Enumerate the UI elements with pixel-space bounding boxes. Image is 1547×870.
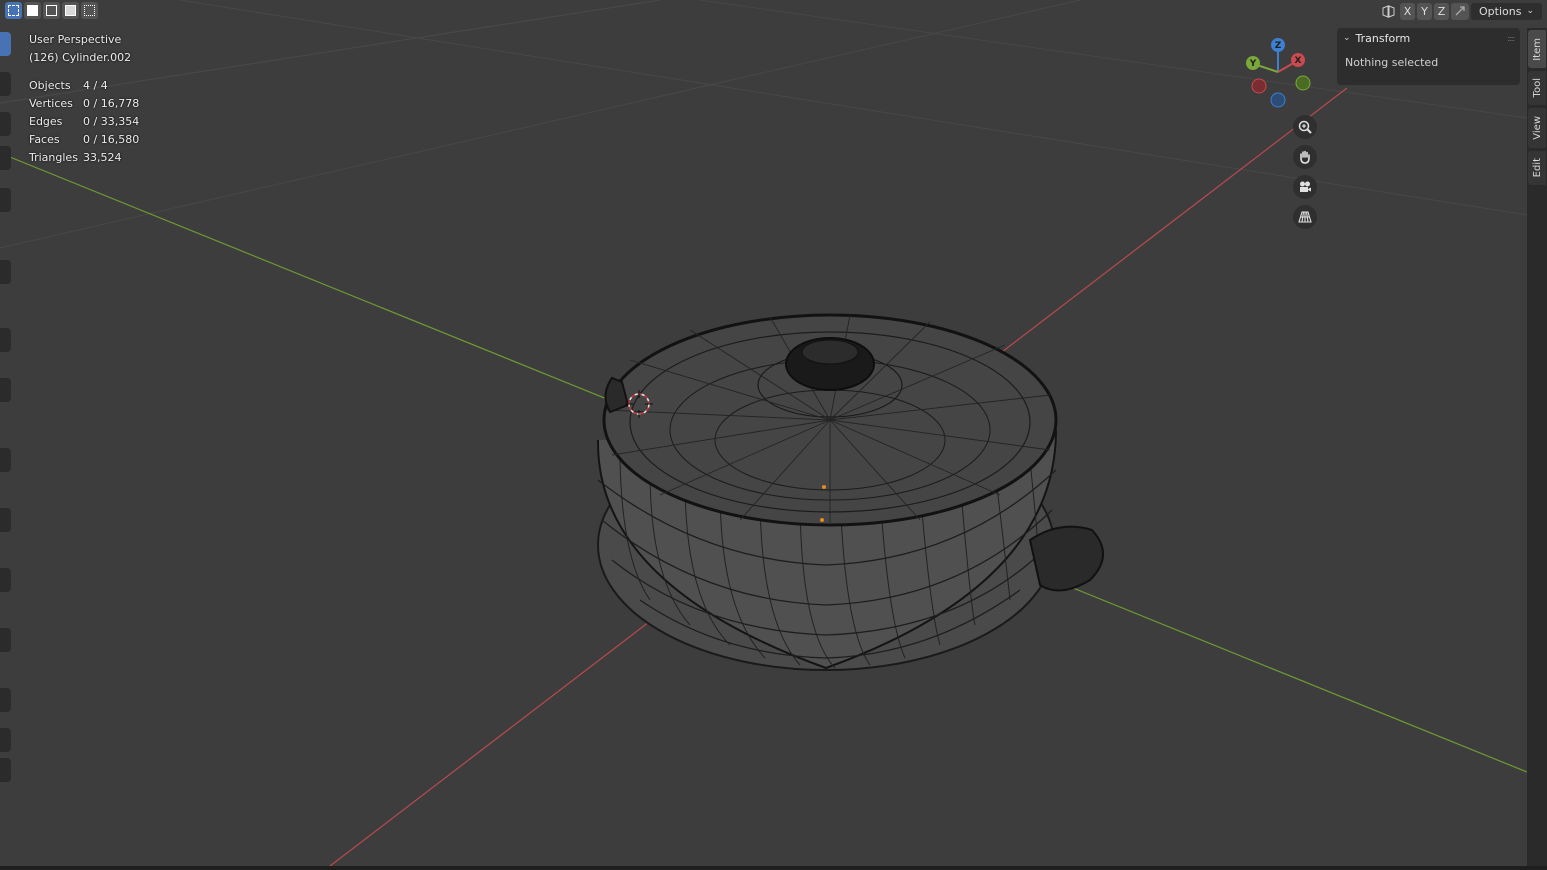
tool-cursor[interactable] xyxy=(0,72,11,96)
gizmo-x-label: X xyxy=(1295,56,1302,66)
stat-value: 0 / 16,580 xyxy=(83,133,140,146)
origin-point xyxy=(820,518,824,522)
tool-measure[interactable] xyxy=(0,328,11,352)
tool-select-box[interactable] xyxy=(0,32,11,56)
mirror-icon[interactable] xyxy=(1379,3,1398,20)
stat-row-vertices: Vertices 0 / 16,778 xyxy=(29,95,139,113)
tool-rotate[interactable] xyxy=(0,146,11,170)
tab-tool[interactable]: Tool xyxy=(1528,71,1546,105)
transform-panel-header[interactable]: ⌄ Transform xyxy=(1337,28,1520,48)
tool-shelf xyxy=(0,28,12,788)
tab-edit-label: Edit xyxy=(1531,158,1543,178)
tab-view[interactable]: View xyxy=(1528,108,1546,148)
options-dropdown[interactable]: Options ⌄ xyxy=(1471,2,1542,20)
tool-add-cube[interactable] xyxy=(0,378,11,402)
gizmo-y-label: Y xyxy=(1249,59,1257,69)
tool-scale[interactable] xyxy=(0,188,11,212)
select-box-subtract-icon[interactable] xyxy=(43,2,60,19)
tool-annotate[interactable] xyxy=(0,260,11,284)
tool-bevel[interactable] xyxy=(0,568,11,592)
stat-row-faces: Faces 0 / 16,580 xyxy=(29,131,139,149)
tool-inset[interactable] xyxy=(0,508,11,532)
active-object-name: (126) Cylinder.002 xyxy=(29,51,132,64)
chevron-down-icon: ⌄ xyxy=(1343,33,1351,43)
drag-handle-icon[interactable]: :::: xyxy=(1507,34,1515,43)
tab-tool-label: Tool xyxy=(1531,78,1543,98)
transform-panel-message: Nothing selected xyxy=(1345,56,1439,69)
auto-merge-icon[interactable] xyxy=(1451,2,1469,20)
stat-label: Triangles xyxy=(29,151,78,164)
selection-mode-group xyxy=(5,2,98,20)
tool-extrude[interactable] xyxy=(0,448,11,472)
tool-loop-cut[interactable] xyxy=(0,628,11,652)
viewport-header-right: X Y Z Options ⌄ xyxy=(1379,2,1547,20)
navigation-buttons xyxy=(1293,115,1319,235)
camera-view-icon[interactable] xyxy=(1293,175,1317,199)
stat-row-objects: Objects 4 / 4 xyxy=(29,77,139,95)
tab-view-label: View xyxy=(1531,116,1543,140)
chevron-down-icon: ⌄ xyxy=(1526,6,1534,16)
stat-row-edges: Edges 0 / 33,354 xyxy=(29,113,139,131)
stat-value: 0 / 16,778 xyxy=(83,97,140,110)
stat-label: Edges xyxy=(29,115,63,128)
tool-move[interactable] xyxy=(0,112,11,136)
stat-value: 33,524 xyxy=(83,151,122,164)
mirror-x-toggle[interactable]: X xyxy=(1400,2,1415,20)
stat-value: 0 / 33,354 xyxy=(83,115,140,128)
transform-panel: ⌄ Transform :::: Nothing selected xyxy=(1337,28,1520,85)
select-box-invert-icon[interactable] xyxy=(62,2,79,19)
3d-viewport[interactable]: User Perspective (126) Cylinder.002 Obje… xyxy=(0,0,1527,866)
gizmo-z-label: Z xyxy=(1275,41,1282,51)
tool-poly-build[interactable] xyxy=(0,728,11,752)
mirror-z-toggle[interactable]: Z xyxy=(1434,2,1449,20)
tool-spin[interactable] xyxy=(0,758,11,782)
tool-knife[interactable] xyxy=(0,688,11,712)
select-box-extend-icon[interactable] xyxy=(24,2,41,19)
tab-item-label: Item xyxy=(1531,37,1543,61)
pot-mesh xyxy=(596,313,1104,671)
hand-pan-icon[interactable] xyxy=(1293,145,1317,169)
transform-panel-title: Transform xyxy=(1355,31,1411,45)
view-name: User Perspective xyxy=(29,33,122,46)
navigation-gizmo[interactable]: Z X Y xyxy=(1240,34,1320,114)
stat-value: 4 / 4 xyxy=(83,79,108,92)
options-label: Options xyxy=(1479,4,1522,18)
select-box-new-icon[interactable] xyxy=(5,2,22,19)
stat-row-triangles: Triangles 33,524 xyxy=(29,149,139,167)
viewport-info: User Perspective (126) Cylinder.002 xyxy=(29,31,131,67)
select-box-intersect-icon[interactable] xyxy=(81,2,98,19)
zoom-in-icon[interactable] xyxy=(1293,115,1317,139)
origin-point xyxy=(822,485,826,489)
tab-edit[interactable]: Edit xyxy=(1528,151,1546,185)
mirror-y-toggle[interactable]: Y xyxy=(1417,2,1432,20)
stat-label: Vertices xyxy=(29,97,73,110)
tab-item[interactable]: Item xyxy=(1528,30,1546,68)
stat-label: Faces xyxy=(29,133,60,146)
status-strip xyxy=(0,866,1547,870)
scene-statistics: Objects 4 / 4 Vertices 0 / 16,778 Edges … xyxy=(29,77,139,167)
grid-perspective-icon[interactable] xyxy=(1293,205,1317,229)
sidebar-tab-strip: Item Tool View Edit xyxy=(1527,28,1547,866)
stat-label: Objects xyxy=(29,79,71,92)
